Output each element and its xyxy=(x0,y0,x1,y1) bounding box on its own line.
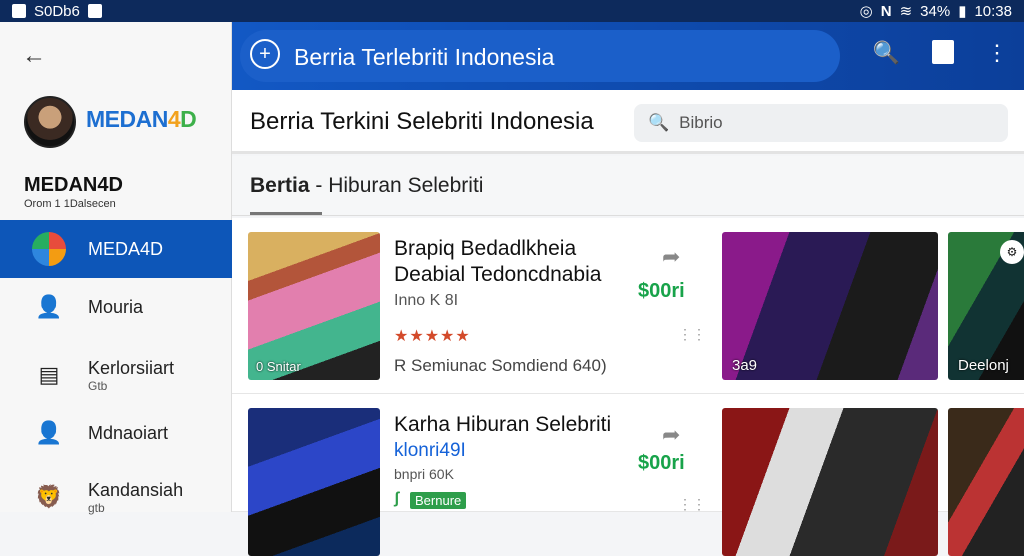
video-thumbnail[interactable]: ⚙ Deelonj xyxy=(948,232,1024,380)
navigation-drawer: ← MEDAN4D MEDAN4D Orom 1 1Dalsecen MEDA4… xyxy=(0,22,232,515)
app-logo-icon: + xyxy=(250,39,280,69)
search-input[interactable]: 🔍 Bibrio xyxy=(634,104,1008,142)
lion-icon: 🦁 xyxy=(35,484,63,509)
nfc-icon: N xyxy=(880,2,892,20)
rating-stars: ★★★★★ xyxy=(394,328,471,345)
news-card[interactable]: 0 Snitar Brapiq Bedadlkheia Deabial Tedo… xyxy=(232,218,1024,394)
list-icon: ▤ xyxy=(38,362,60,387)
tab-bar: Bertia - Hiburan Selebriti xyxy=(232,156,1024,216)
person-icon: 👤 xyxy=(35,294,63,319)
brand-logo: MEDAN4D xyxy=(86,106,197,132)
sidebar-item-mdnaoiart[interactable]: 👤 Mdnaoiart xyxy=(0,404,232,462)
account-name: MEDAN4D xyxy=(24,174,123,196)
more-vert-icon[interactable]: ⋮ xyxy=(986,40,1008,66)
article-link[interactable]: klonri49I xyxy=(394,440,466,462)
status-left-text: S0Db6 xyxy=(34,2,80,20)
article-thumbnail[interactable] xyxy=(248,408,380,556)
sidebar-item-kandansiah[interactable]: 🦁 Kandansiah gtb xyxy=(0,468,232,526)
wifi-icon: ≋ xyxy=(899,3,913,20)
article-thumbnail[interactable]: 0 Snitar xyxy=(248,232,380,380)
article-meta: Inno K 8I xyxy=(394,292,459,309)
video-thumbnail[interactable] xyxy=(948,408,1024,556)
sidebar-item-label: Mdnaoiart xyxy=(88,422,169,443)
sidebar-item-sub: Gtb xyxy=(88,378,108,393)
status-badge: Bernure xyxy=(410,492,467,509)
price-label: $00ri xyxy=(638,452,685,474)
sidebar-item-mouria[interactable]: 👤 Mouria xyxy=(0,278,232,336)
settings-icon: ⚙ xyxy=(1000,240,1024,264)
battery-icon: ▮ xyxy=(958,3,967,20)
alarm-icon: ◎ xyxy=(859,3,873,20)
sidebar-item-label: Kandansiah xyxy=(88,479,184,500)
video-thumbnail[interactable] xyxy=(722,408,938,556)
clock: 10:38 xyxy=(974,2,1012,20)
app-title: Berria Terlebriti Indonesia xyxy=(294,44,555,70)
article-footer: R Semiunac Somdiend 640) xyxy=(394,356,607,375)
sidebar-item-sub: gtb xyxy=(88,500,105,515)
sidebar-item-meda4d[interactable]: MEDA4D xyxy=(0,220,232,278)
sidebar-item-label: Kerlorsiiart xyxy=(88,357,175,378)
status-bar: S0Db6 ◎ N ≋ 34% ▮ 10:38 xyxy=(0,0,1024,22)
sidebar-item-label: MEDA4D xyxy=(88,238,164,259)
search-icon: 🔍 xyxy=(648,113,670,132)
article-title[interactable]: Brapiq Bedadlkheia Deabial Tedoncdnabia xyxy=(394,236,614,288)
article-title[interactable]: Karha Hiburan Selebriti xyxy=(394,412,654,438)
drag-handle-icon[interactable]: ⋮⋮ xyxy=(678,327,706,341)
drag-handle-icon[interactable]: ⋮⋮ xyxy=(678,497,706,511)
bookmark-icon[interactable] xyxy=(932,40,954,64)
person-icon: 👤 xyxy=(35,420,63,445)
battery-percent: 34% xyxy=(920,2,951,20)
tab-hiburan[interactable]: Bertia - Hiburan Selebriti xyxy=(250,174,483,198)
search-placeholder: Bibrio xyxy=(679,113,723,132)
page-header: Berria Terkini Selebriti Indonesia 🔍 Bib… xyxy=(232,90,1024,154)
account-subtitle: Orom 1 1Dalsecen xyxy=(24,198,116,210)
page-title: Berria Terkini Selebriti Indonesia xyxy=(250,108,594,135)
news-card[interactable]: Karha Hiburan Selebriti klonri49I bnpri … xyxy=(232,394,1024,556)
app-bar: + Berria Terlebriti Indonesia 🔍 ⋮ xyxy=(232,22,1024,90)
tab-indicator xyxy=(250,212,322,215)
price-label: $00ri xyxy=(638,280,685,302)
search-icon[interactable]: 🔍 xyxy=(873,40,900,66)
sidebar-item-label: Mouria xyxy=(88,296,144,317)
globe-icon xyxy=(32,232,66,266)
article-meta: bnpri 60K xyxy=(394,466,454,482)
message-icon xyxy=(87,4,102,18)
avatar[interactable] xyxy=(24,96,76,148)
leaf-icon: ʃ xyxy=(394,490,400,507)
share-icon[interactable]: ➦ xyxy=(662,244,680,270)
sidebar-item-kerlorsiiart[interactable]: ▤ Kerlorsiiart Gtb xyxy=(0,346,232,404)
video-thumbnail[interactable]: 3a9 xyxy=(722,232,938,380)
share-icon[interactable]: ➦ xyxy=(662,422,680,448)
notification-icon xyxy=(12,4,26,18)
back-arrow-icon[interactable]: ← xyxy=(22,42,46,70)
